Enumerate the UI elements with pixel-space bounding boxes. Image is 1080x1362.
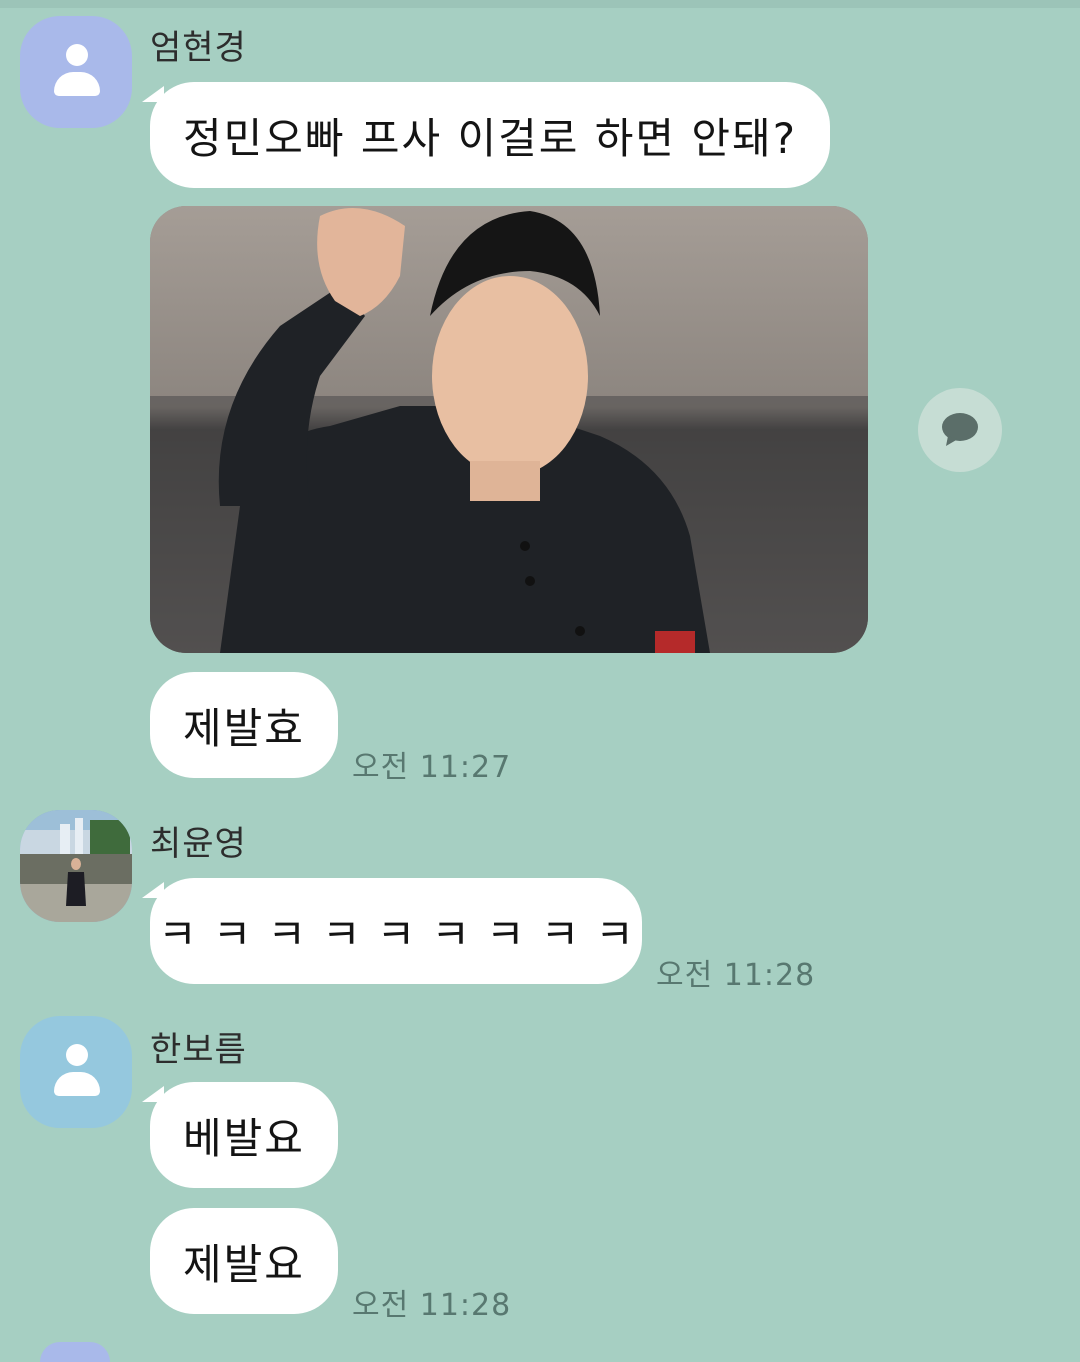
profile-avatar[interactable] <box>20 1016 132 1128</box>
message-time: 오전 11:27 <box>352 750 512 785</box>
message-time: 오전 11:28 <box>352 1288 512 1323</box>
sender-name: 엄현경 <box>150 28 247 68</box>
profile-photo <box>20 810 132 922</box>
sender-name: 한보름 <box>150 1030 247 1070</box>
image-message[interactable] <box>150 206 868 653</box>
profile-avatar[interactable] <box>20 810 132 922</box>
top-divider <box>0 0 1080 8</box>
message-bubble[interactable]: 제발효 <box>150 672 338 778</box>
message-bubble[interactable]: 베발요 <box>150 1082 338 1188</box>
message-bubble[interactable]: ㅋㅋㅋㅋㅋㅋㅋㅋㅋ <box>150 878 642 984</box>
next-avatar-peek <box>40 1342 110 1362</box>
photo-image <box>150 206 868 653</box>
person-icon <box>46 1042 106 1102</box>
share-button[interactable] <box>918 388 1002 472</box>
sender-name: 최윤영 <box>150 824 247 864</box>
message-bubble[interactable]: 정민오빠 프사 이걸로 하면 안돼? <box>150 82 830 188</box>
person-icon <box>46 42 106 102</box>
speech-bubble-icon <box>942 413 978 446</box>
message-bubble[interactable]: 제발요 <box>150 1208 338 1314</box>
profile-avatar[interactable] <box>20 16 132 128</box>
message-time: 오전 11:28 <box>656 958 816 993</box>
